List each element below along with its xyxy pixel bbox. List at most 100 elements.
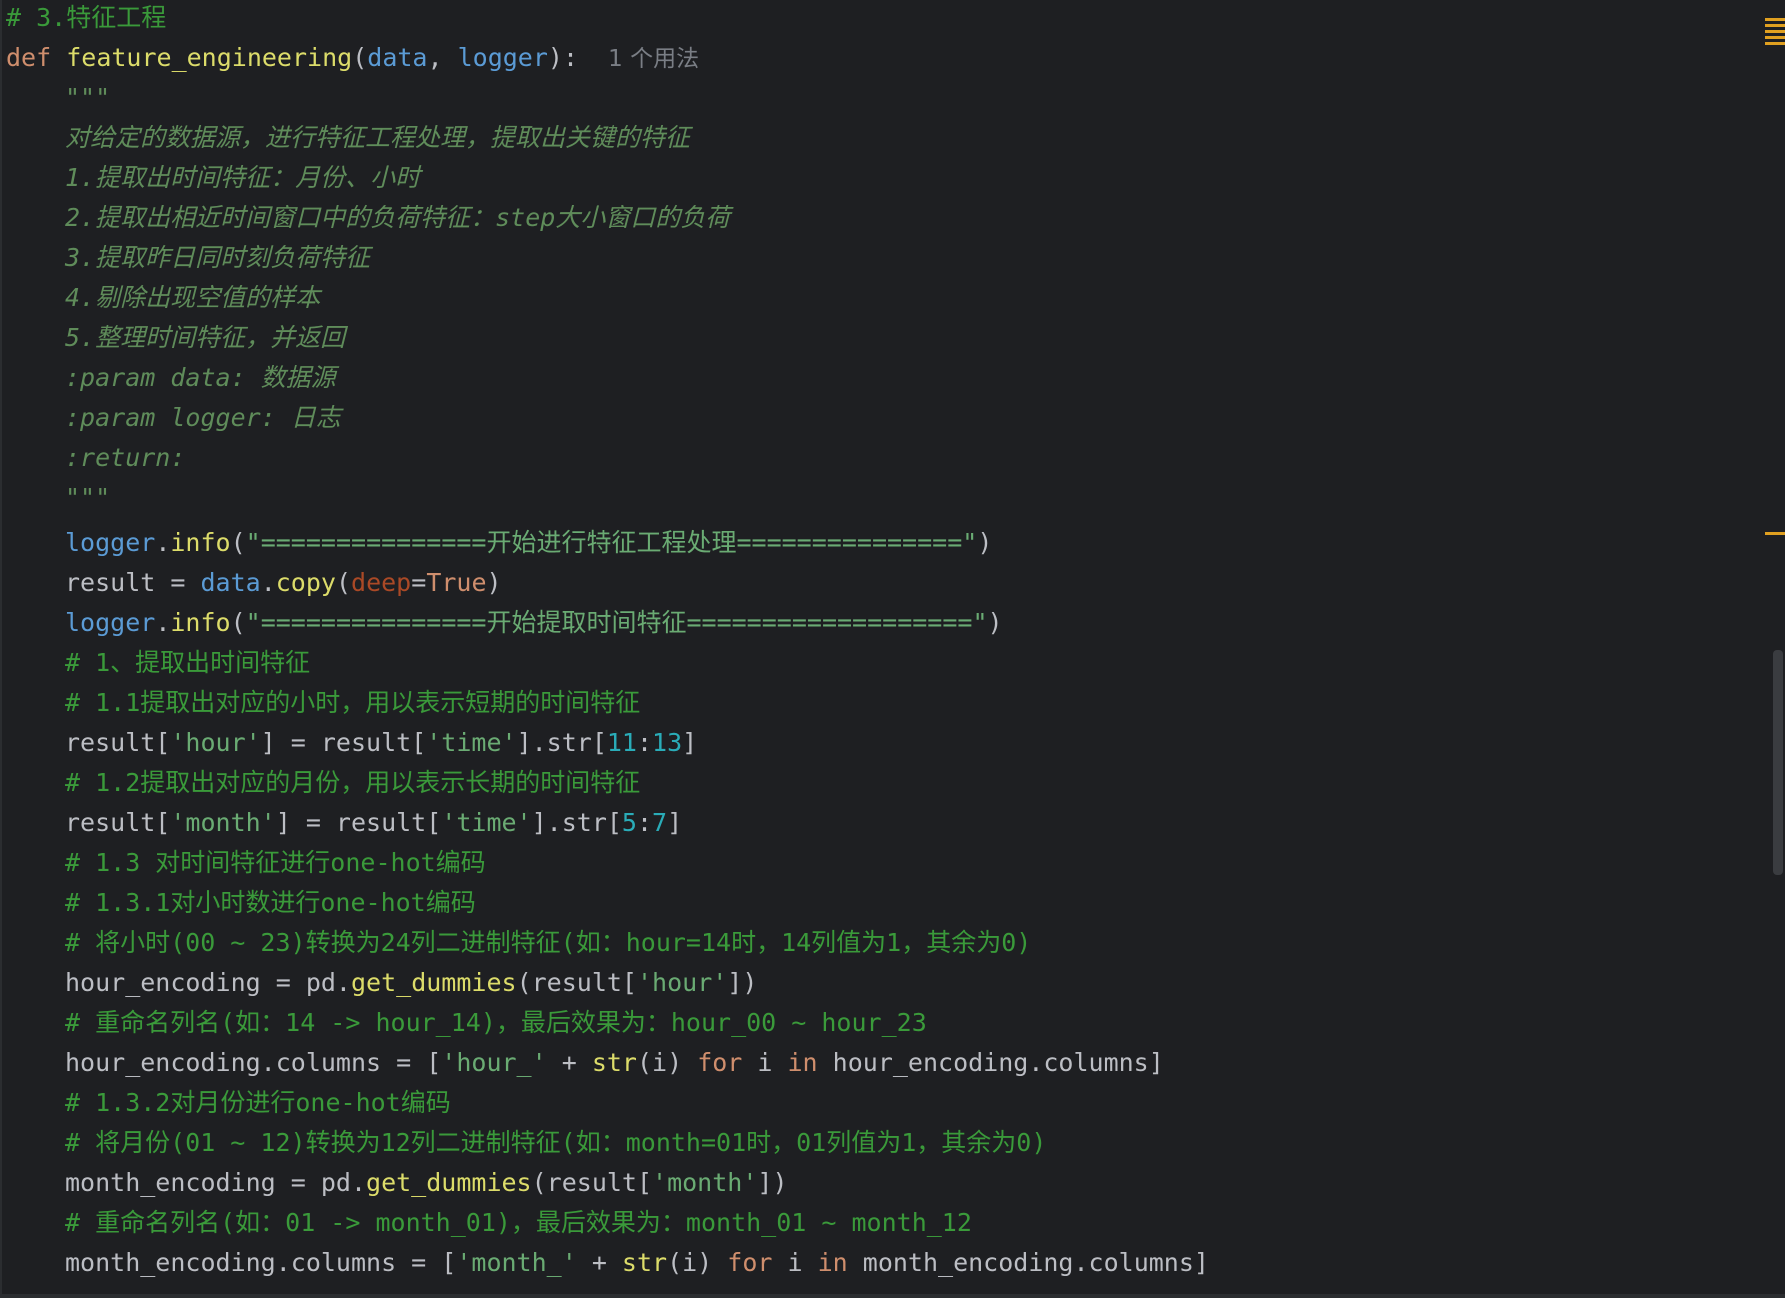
code-token: (i) — [636, 1048, 698, 1077]
code-token: ( — [352, 43, 368, 72]
code-line[interactable]: # 1.3.1对小时数进行one-hot编码 — [0, 885, 476, 921]
code-token: # 1.1提取出对应的小时，用以表示短期的时间特征 — [65, 688, 641, 717]
code-line[interactable]: :return: — [0, 440, 185, 476]
code-line[interactable]: # 1.3 对时间特征进行one-hot编码 — [0, 845, 486, 881]
code-token: = — [411, 568, 427, 597]
code-line[interactable]: month_encoding.columns = ['month_' + str… — [0, 1245, 1209, 1281]
code-line[interactable]: 5.整理时间特征，并返回 — [0, 320, 345, 356]
code-line[interactable]: # 将月份(01 ~ 12)转换为12列二进制特征(如：month=01时，01… — [0, 1125, 1046, 1161]
code-line[interactable]: :param logger: 日志 — [0, 400, 341, 436]
code-token: 1 个用法 — [608, 46, 700, 72]
code-token: ) — [987, 608, 1003, 637]
code-token: "===============开始进行特征工程处理==============… — [245, 528, 978, 557]
code-line[interactable]: """ — [0, 80, 110, 116]
code-token: """ — [65, 83, 111, 112]
warning-marker[interactable] — [1765, 532, 1785, 535]
code-token: hour_encoding.columns = [ — [65, 1048, 442, 1077]
code-token: 3.提取昨日同时刻负荷特征 — [65, 243, 371, 272]
code-editor[interactable]: # 3.特征工程 def feature_engineering(data, lo… — [0, 0, 1760, 1298]
code-token: 5.整理时间特征，并返回 — [65, 323, 346, 352]
code-line[interactable]: result = data.copy(deep=True) — [0, 565, 502, 601]
code-line[interactable]: logger.info("===============开始进行特征工程处理==… — [0, 525, 992, 561]
code-token: data — [200, 568, 261, 597]
code-token: info — [170, 528, 231, 557]
code-token: deep — [351, 568, 412, 597]
code-token: ].str[ — [516, 728, 607, 757]
scrollbar-thumb[interactable] — [1773, 650, 1783, 875]
code-token: "===============开始提取时间特征================… — [245, 608, 988, 637]
code-token: in — [787, 1048, 818, 1077]
code-token: str — [621, 1248, 668, 1277]
code-token: data — [367, 43, 428, 72]
code-token: # 1、提取出时间特征 — [65, 648, 311, 677]
code-token: logger — [457, 43, 548, 72]
warning-markers[interactable] — [1765, 18, 1785, 50]
code-token: 11 — [606, 728, 637, 757]
code-line[interactable]: logger.info("===============开始提取时间特征====… — [0, 605, 1003, 641]
code-line[interactable]: :param data: 数据源 — [0, 360, 336, 396]
code-token: 2.提取出相近时间窗口中的负荷特征：step大小窗口的负荷 — [65, 203, 731, 232]
code-token: 'time' — [426, 728, 517, 757]
warning-marker-icon — [1765, 42, 1785, 45]
code-line[interactable]: # 重命名列名(如：01 -> month_01)，最后效果为：month_01… — [0, 1205, 972, 1241]
code-token: + — [546, 1048, 592, 1077]
code-token: ) — [486, 568, 502, 597]
code-token: # 重命名列名(如：01 -> month_01)，最后效果为：month_01… — [65, 1208, 972, 1237]
code-token: info — [170, 608, 231, 637]
code-token: 7 — [652, 808, 668, 837]
vertical-scrollbar[interactable] — [1760, 0, 1785, 1298]
code-line[interactable]: 2.提取出相近时间窗口中的负荷特征：step大小窗口的负荷 — [0, 200, 730, 236]
code-line[interactable]: """ — [0, 480, 110, 516]
code-line[interactable]: 4.剔除出现空值的样本 — [0, 280, 320, 316]
code-line[interactable]: 对给定的数据源，进行特征工程处理，提取出关键的特征 — [0, 120, 690, 156]
code-token: 5 — [621, 808, 637, 837]
code-token: # 将月份(01 ~ 12)转换为12列二进制特征(如：month=01时，01… — [65, 1128, 1047, 1157]
code-token: : — [636, 808, 653, 837]
code-token: get_dummies — [366, 1168, 532, 1197]
code-line[interactable]: result['hour'] = result['time'].str[11:1… — [0, 725, 697, 761]
code-token: # 1.3.1对小时数进行one-hot编码 — [65, 888, 476, 917]
code-token: 'month_' — [456, 1248, 577, 1277]
code-token: for — [697, 1048, 743, 1077]
code-line[interactable]: month_encoding = pd.get_dummies(result['… — [0, 1165, 788, 1201]
code-token: :param logger: 日志 — [65, 403, 341, 432]
code-token: (i) — [667, 1248, 728, 1277]
code-line[interactable]: # 1.2提取出对应的月份，用以表示长期的时间特征 — [0, 765, 640, 801]
code-token: logger — [65, 608, 156, 637]
code-line[interactable]: # 1.3.2对月份进行one-hot编码 — [0, 1085, 451, 1121]
code-token: # 3.特征工程 — [6, 3, 167, 32]
code-token: ): — [547, 43, 609, 72]
code-line[interactable]: 3.提取昨日同时刻负荷特征 — [0, 240, 370, 276]
code-token: ]) — [727, 968, 758, 997]
code-line[interactable]: hour_encoding = pd.get_dummies(result['h… — [0, 965, 757, 1001]
code-token: for — [727, 1248, 773, 1277]
code-line[interactable]: # 将小时(00 ~ 23)转换为24列二进制特征(如：hour=14时，14列… — [0, 925, 1031, 961]
code-token: 对给定的数据源，进行特征工程处理，提取出关键的特征 — [65, 123, 691, 152]
code-token: ]) — [757, 1168, 788, 1197]
code-token: 1.提取出时间特征：月份、小时 — [65, 163, 421, 192]
code-token: """ — [65, 483, 111, 512]
code-token: + — [576, 1248, 622, 1277]
code-token: copy — [275, 568, 336, 597]
code-token: : — [636, 728, 653, 757]
code-line[interactable]: hour_encoding.columns = ['hour_' + str(i… — [0, 1045, 1164, 1081]
code-token: logger — [65, 528, 156, 557]
code-token: ( — [230, 528, 246, 557]
code-token: month_encoding = pd. — [65, 1168, 367, 1197]
code-line[interactable]: # 1、提取出时间特征 — [0, 645, 310, 681]
code-line[interactable]: # 1.1提取出对应的小时，用以表示短期的时间特征 — [0, 685, 640, 721]
code-token: result = — [65, 568, 201, 597]
code-line[interactable]: # 3.特征工程 — [0, 0, 166, 36]
code-token: hour_encoding = pd. — [65, 968, 351, 997]
code-token: ( — [335, 568, 352, 597]
warning-marker-icon — [1765, 36, 1785, 39]
code-line[interactable]: # 重命名列名(如：14 -> hour_14)，最后效果为：hour_00 ~… — [0, 1005, 927, 1041]
code-line[interactable]: result['month'] = result['time'].str[5:7… — [0, 805, 682, 841]
code-token: , — [427, 43, 458, 72]
code-line[interactable]: def feature_engineering(data, logger): 1… — [0, 40, 699, 76]
code-token: 'hour_' — [441, 1048, 547, 1077]
horizontal-scrollbar[interactable] — [0, 1294, 1785, 1298]
warning-marker-icon — [1765, 18, 1785, 21]
code-token: get_dummies — [350, 968, 517, 997]
code-line[interactable]: 1.提取出时间特征：月份、小时 — [0, 160, 420, 196]
